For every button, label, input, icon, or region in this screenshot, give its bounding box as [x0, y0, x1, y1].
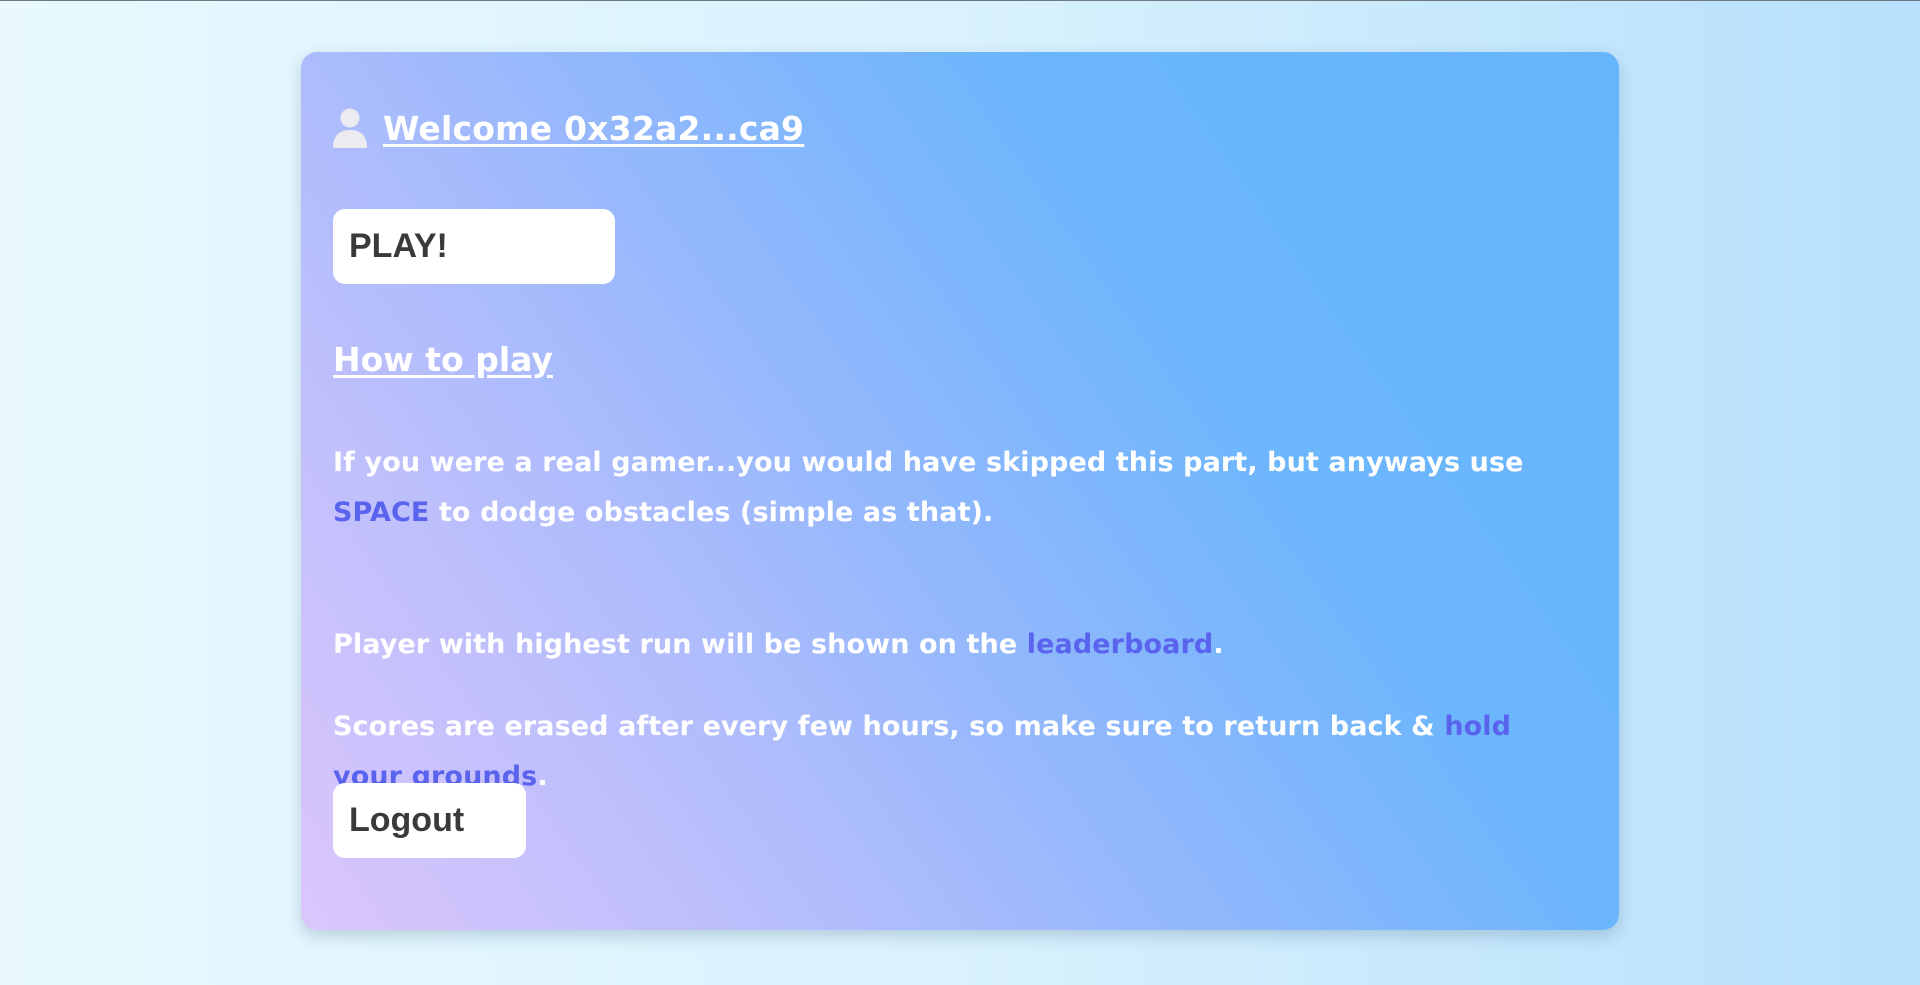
- instructions-text: .: [537, 761, 548, 792]
- leaderboard-link[interactable]: leaderboard: [1027, 629, 1214, 660]
- instructions-text: If you were a real gamer...you would hav…: [333, 447, 1524, 478]
- instructions-text: Scores are erased after every few hours,…: [333, 711, 1445, 742]
- space-key-label: SPACE: [333, 497, 430, 528]
- logout-button[interactable]: Logout: [333, 783, 526, 858]
- main-card: Welcome 0x32a2...ca9 PLAY! How to play I…: [301, 52, 1619, 930]
- instructions-paragraph-2: Player with highest run will be shown on…: [333, 620, 1533, 670]
- play-button[interactable]: PLAY!: [333, 209, 615, 284]
- how-to-play-title[interactable]: How to play: [333, 340, 553, 379]
- welcome-link[interactable]: Welcome 0x32a2...ca9: [383, 109, 804, 148]
- welcome-header: Welcome 0x32a2...ca9: [333, 108, 804, 148]
- instructions-text: to dodge obstacles (simple as that).: [429, 497, 994, 528]
- instructions-text: Player with highest run will be shown on…: [333, 629, 1027, 660]
- user-icon: [333, 108, 367, 148]
- instructions-text: .: [1213, 629, 1224, 660]
- instructions-paragraph-1: If you were a real gamer...you would hav…: [333, 438, 1533, 538]
